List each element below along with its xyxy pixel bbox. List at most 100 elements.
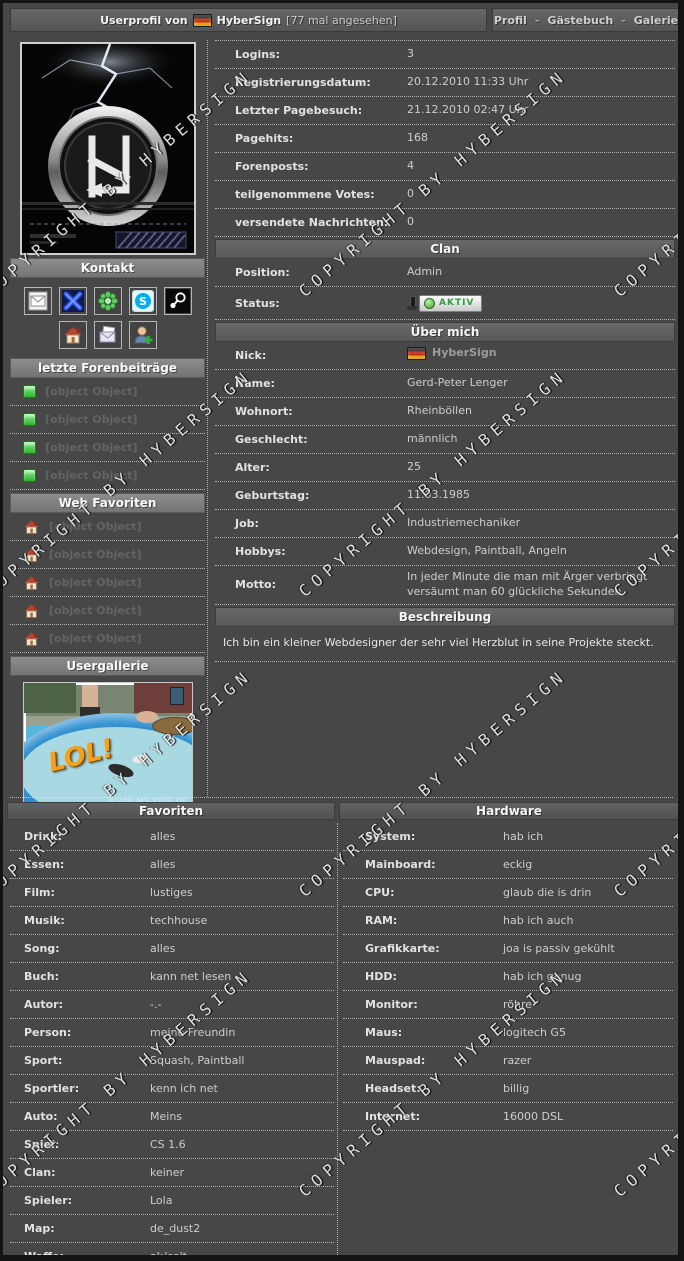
bottom-column-divider — [337, 823, 338, 1255]
about-row: Name: Gerd-Peter Lenger — [215, 370, 675, 398]
about-value: Gerd-Peter Lenger — [407, 376, 508, 390]
about-value: männlich — [407, 432, 458, 446]
hardware-row: Mainboard: eckig — [343, 851, 673, 879]
about-label: Alter: — [235, 461, 270, 474]
about-row: Hobbys: Webdesign, Paintball, Angeln — [215, 538, 675, 566]
home-icon — [24, 632, 39, 646]
forum-post-link[interactable]: [object Object] — [10, 406, 205, 434]
forum-post-link[interactable]: [object Object] — [10, 462, 205, 490]
xfire-icon[interactable] — [58, 287, 87, 315]
forum-post-link[interactable]: [object Object] — [10, 434, 205, 462]
hardware-value: hab ich — [503, 830, 544, 843]
hardware-row: Mauspad: razer — [343, 1047, 673, 1075]
nav-separator: - — [534, 13, 540, 27]
kontakt-header: Kontakt — [10, 258, 205, 278]
about-label: Job: — [235, 517, 259, 530]
post-status-icon — [23, 469, 36, 482]
post-status-icon — [23, 441, 36, 454]
nav-link-gaestebuch[interactable]: Gästebuch — [547, 14, 613, 27]
nick-label: Nick: — [235, 349, 267, 362]
about-label: Geschlecht: — [235, 433, 308, 446]
post-status-icon — [23, 385, 36, 398]
forum-post-title: [object Object] — [45, 385, 138, 398]
page-title: Userprofil von HyberSign [77 mal angeseh… — [10, 8, 487, 32]
web-favorite-title: [object Object] — [49, 548, 142, 561]
favorite-value: meine Freundin — [150, 1026, 236, 1039]
about-label: Name: — [235, 377, 275, 390]
skype-icon[interactable]: S — [128, 287, 157, 315]
nav-link-profil[interactable]: Profil — [494, 14, 527, 27]
favorite-label: Waffe: — [24, 1250, 64, 1261]
steam-icon[interactable] — [163, 287, 192, 315]
favorite-value: keiner — [150, 1166, 185, 1179]
status-badge: AKTIV — [419, 294, 483, 312]
sidebar: Kontakt S letzte Forenbeiträge [object O… — [10, 40, 205, 810]
contact-icons-row2 — [10, 321, 205, 349]
about-label: Motto: — [235, 578, 276, 592]
stats-table: Logins: 3 Registrierungsdatum: 20.12.201… — [215, 40, 675, 237]
web-favorite-link[interactable]: [object Object] — [10, 597, 205, 625]
nav-link-galerie[interactable]: Galerie — [634, 14, 678, 27]
favorite-label: Autor: — [24, 998, 63, 1011]
favorite-label: Buch: — [24, 970, 59, 983]
favorites-row: Musik: techhouse — [10, 907, 334, 935]
favorite-value: CS 1.6 — [150, 1138, 186, 1151]
hardware-row: Internet: 16000 DSL — [343, 1103, 673, 1131]
favorites-row: Spiel: CS 1.6 — [10, 1131, 334, 1159]
favorite-label: Essen: — [24, 858, 65, 871]
hardware-value: eckig — [503, 858, 533, 871]
stat-value: 0 — [407, 187, 414, 201]
favorite-value: Meins — [150, 1110, 183, 1123]
about-row: Alter: 25 — [215, 454, 675, 482]
column-divider — [207, 40, 208, 797]
hardware-row: Maus: logitech G5 — [343, 1019, 673, 1047]
stat-label: Logins: — [235, 48, 280, 61]
stat-label: teilgenommene Votes: — [235, 188, 375, 201]
favorites-row: Spieler: Lola — [10, 1187, 334, 1215]
mail-icon[interactable] — [23, 287, 52, 315]
hardware-row: System: hab ich — [343, 823, 673, 851]
about-value: Industriemechaniker — [407, 516, 521, 530]
post-status-icon — [23, 413, 36, 426]
bottom-divider — [10, 797, 673, 798]
web-favorite-title: [object Object] — [49, 520, 142, 533]
favorite-value: lustiges — [150, 886, 193, 899]
description-text: Ich bin ein kleiner Webdesigner der sehr… — [215, 627, 675, 662]
hardware-header: Hardware — [339, 802, 678, 820]
position-label: Position: — [235, 266, 290, 279]
user-avatar — [19, 42, 196, 255]
web-favorite-link[interactable]: [object Object] — [10, 513, 205, 541]
about-label: Wohnort: — [235, 405, 293, 418]
clan-position-row: Position: Admin — [215, 259, 675, 287]
description-header: Beschreibung — [215, 606, 675, 627]
favorite-value: techhouse — [150, 914, 208, 927]
about-header: Über mich — [215, 322, 675, 342]
gallery-thumbnail[interactable]: LOL! WWW.MY-KISS.DE — [22, 682, 193, 810]
nick-user-link[interactable]: HyberSign — [407, 346, 497, 361]
hardware-row: CPU: glaub die is drin — [343, 879, 673, 907]
about-row: Geschlecht: männlich — [215, 426, 675, 454]
homepage-icon[interactable] — [58, 321, 87, 349]
web-favorite-link[interactable]: [object Object] — [10, 625, 205, 653]
message-icon[interactable] — [93, 321, 122, 349]
hardware-table: System: hab ich Mainboard: eckig CPU: gl… — [343, 823, 673, 1131]
web-favorite-link[interactable]: [object Object] — [10, 569, 205, 597]
stat-value: 3 — [407, 47, 414, 61]
position-value: Admin — [407, 265, 443, 279]
about-value: 25 — [407, 460, 421, 474]
add-buddy-icon[interactable] — [128, 321, 157, 349]
web-favorite-link[interactable]: [object Object] — [10, 541, 205, 569]
stat-value: 4 — [407, 159, 414, 173]
favorite-label: Musik: — [24, 914, 65, 927]
about-value: 11.03.1985 — [407, 488, 470, 502]
main-column: Logins: 3 Registrierungsdatum: 20.12.201… — [215, 40, 675, 662]
favorites-row: Clan: keiner — [10, 1159, 334, 1187]
icq-icon[interactable] — [93, 287, 122, 315]
home-icon — [24, 576, 39, 590]
stats-row: teilgenommene Votes: 0 — [215, 181, 675, 209]
favorites-row: Map: de_dust2 — [10, 1215, 334, 1243]
title-username: HyberSign — [216, 13, 282, 27]
profile-nav: Profil - Gästebuch - Galerie — [492, 8, 678, 32]
forum-post-link[interactable]: [object Object] — [10, 378, 205, 406]
hardware-label: HDD: — [365, 970, 397, 983]
